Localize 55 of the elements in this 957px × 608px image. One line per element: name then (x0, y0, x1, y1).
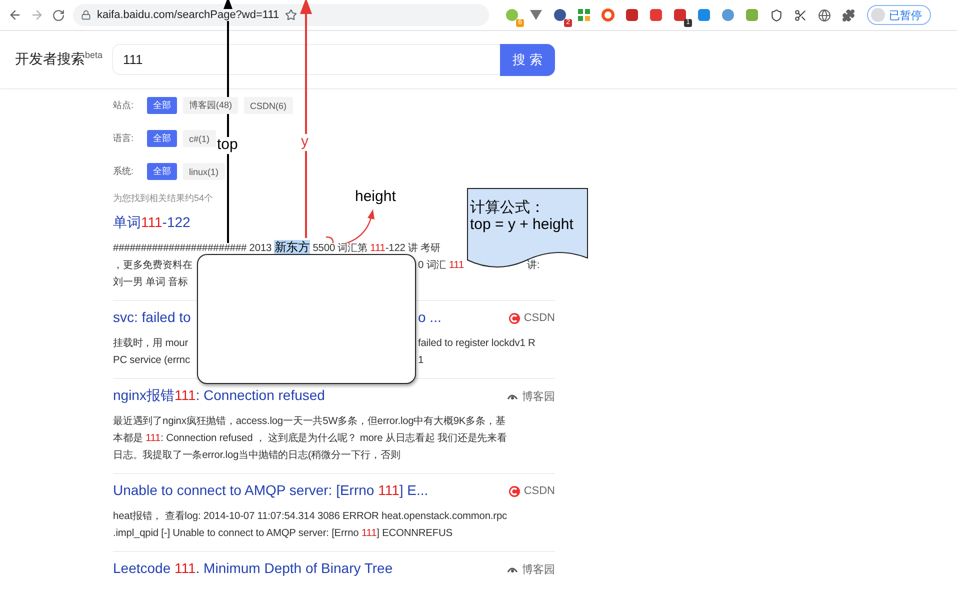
result-snippet: heat报错， 查看log: 2014-10-07 11:07:54.314 3086 ERROR heat.openstack.common.rpc (113, 511, 508, 522)
top-label: top (217, 137, 238, 154)
result-snippet: 挂载时，用 mour (113, 338, 188, 349)
result-snippet: PC service (errnc (113, 355, 190, 366)
filter-label: 语言: (113, 132, 135, 145)
filter-label: 系统: (113, 165, 135, 178)
formula-text: top = y + height (470, 216, 574, 233)
result-title-link[interactable]: svc: failed to (113, 309, 191, 325)
filter-chip[interactable]: 全部 (147, 97, 177, 114)
filter-chip[interactable]: c#(1) (183, 130, 216, 147)
result-title-link[interactable]: Unable to connect to AMQP server: [Errno 111] E... (113, 482, 428, 498)
search-field[interactable]: 111 (112, 44, 500, 75)
extension-icon[interactable] (817, 8, 831, 22)
filter-chip[interactable]: 全部 (147, 130, 177, 147)
note-title: 计算公式： (470, 198, 545, 217)
filter-chip[interactable]: CSDN(6) (244, 97, 293, 114)
extension-icon[interactable] (841, 8, 855, 22)
result-snippet: 本都是 111: Connection refused ， 这到底是为什么呢？ more 从日志看起 我们还是先来看 (113, 433, 507, 444)
result-snippet: ######################## 2013 新东方 5500 词汇第 111-122 讲 考研 (113, 243, 441, 254)
result-title-link[interactable]: nginx报错111: Connection refused (113, 387, 325, 403)
extension-icon[interactable] (625, 8, 639, 22)
filter-chip[interactable]: 全部 (147, 163, 177, 180)
extension-icon[interactable] (793, 8, 807, 22)
result-snippet: failed to register lockdv1 R (418, 338, 536, 349)
source-label: 博客园 (507, 388, 555, 404)
result-snippet: 日志。我提取了一条error.log当中抛错的日志(稍微分一下行，否则 (113, 450, 400, 461)
source-label: 博客园 (507, 562, 555, 576)
filter-chip[interactable]: 博客园(48) (183, 97, 238, 114)
result-snippet: 刘一男 单词 音标 (113, 277, 188, 288)
result-title-link[interactable]: Leetcode 111. Minimum Depth of Binary Tree (113, 560, 393, 576)
height-label: height (355, 189, 396, 206)
extension-icon[interactable] (769, 8, 783, 22)
result-title-link[interactable]: o ... (418, 309, 442, 325)
extension-icon[interactable] (553, 8, 567, 22)
source-label: CSDN (508, 312, 555, 324)
back-icon[interactable] (8, 8, 22, 22)
result-snippet: 最近遇到了nginx疯狂抛错，access.log一天一共5W多条，但error.log中有大概9K多条，基 (113, 416, 506, 427)
site-logo[interactable]: 开发者搜索$^{beta}$ (15, 50, 112, 69)
csdn-logo-icon (508, 312, 520, 324)
result-snippet: 1 (418, 355, 424, 366)
extension-icon[interactable] (673, 8, 687, 22)
lock-icon (81, 10, 91, 20)
csdn-logo-icon (508, 486, 520, 496)
filter-chip[interactable]: linux(1) (183, 163, 225, 180)
result-snippet: 0 词汇 111 (418, 260, 464, 271)
profile-button[interactable]: 已暂停 (867, 5, 931, 25)
reload-icon[interactable] (52, 8, 65, 22)
bookmark-star-icon[interactable] (285, 9, 298, 21)
result-snippet: .impl_qpid [-] Unable to connect to AMQP server: [Errno 111] ECONNREFUS (113, 528, 452, 539)
address-bar[interactable]: kaifa.baidu.com/searchPage?wd=111 (73, 4, 489, 26)
search-button[interactable]: 搜 索 (500, 44, 555, 76)
filter-label: 站点: (113, 99, 135, 112)
source-label: CSDN (508, 485, 555, 497)
y-label: y (301, 134, 308, 150)
result-title-link[interactable]: 单词111-122 (113, 214, 190, 230)
